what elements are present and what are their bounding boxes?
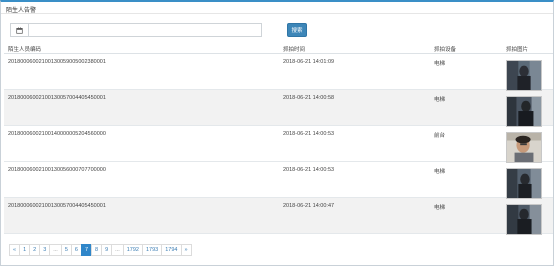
capture-thumbnail[interactable] xyxy=(506,60,542,91)
capture-time: 2018-06-21 14:00:53 xyxy=(283,131,335,137)
capture-thumbnail[interactable] xyxy=(506,168,542,199)
stranger-code: 20180006002100130057004405450001 xyxy=(8,95,106,101)
table-row[interactable]: 20180006002100130057004405450001 2018-06… xyxy=(4,198,553,235)
capture-image-cell xyxy=(503,126,553,163)
table-row[interactable]: 20180006002100130059005002380001 2018-06… xyxy=(4,54,553,91)
search-button[interactable]: 搜索 xyxy=(287,23,307,37)
capture-device: 电梯 xyxy=(434,61,446,67)
stranger-code: 20180006002100130057004405450001 xyxy=(8,203,106,209)
panel-title: 陌生人告警 xyxy=(1,2,553,14)
table-header: 陌生人员编码 抓拍时间 抓拍设备 抓拍图片 xyxy=(4,44,553,54)
capture-image-cell xyxy=(503,54,553,91)
capture-image-cell xyxy=(503,198,553,235)
header-code[interactable]: 陌生人员编码 xyxy=(4,45,280,53)
capture-time: 2018-06-21 14:00:53 xyxy=(283,167,335,173)
stranger-alert-panel: 陌生人告警 搜索 陌生人员编码 抓拍时间 抓拍设备 抓拍图片 201800060… xyxy=(0,0,554,266)
header-device[interactable]: 抓拍设备 xyxy=(431,45,503,53)
capture-image-cell xyxy=(503,162,553,199)
capture-time: 2018-06-21 14:00:58 xyxy=(283,95,335,101)
capture-device: 电梯 xyxy=(434,97,446,103)
pagination: « 1 2 3 ... 5 6 7 8 9 ... 1792 1793 1794… xyxy=(9,244,192,256)
alert-table: 陌生人员编码 抓拍时间 抓拍设备 抓拍图片 201800060021001300… xyxy=(4,44,553,235)
header-time[interactable]: 抓拍时间 xyxy=(280,45,431,53)
stranger-code: 20180006002100130059005002380001 xyxy=(8,59,106,65)
page-link[interactable]: 1792 xyxy=(122,244,143,256)
stranger-code: 20180006002100140000005204560000 xyxy=(8,131,106,137)
page-link[interactable]: 1794 xyxy=(161,244,182,256)
calendar-icon[interactable] xyxy=(11,24,29,36)
header-image[interactable]: 抓拍图片 xyxy=(503,45,553,53)
table-row[interactable]: 20180006002100130057004405450001 2018-06… xyxy=(4,90,553,127)
capture-thumbnail[interactable] xyxy=(506,96,542,127)
capture-thumbnail[interactable] xyxy=(506,204,542,235)
pagination-next[interactable]: » xyxy=(180,244,192,256)
capture-image-cell xyxy=(503,90,553,127)
stranger-code: 20180006002100130056000707700000 xyxy=(8,167,106,173)
capture-device: 电梯 xyxy=(434,205,446,211)
capture-device: 前台 xyxy=(434,133,446,139)
capture-thumbnail[interactable] xyxy=(506,132,542,163)
filter-bar: 搜索 xyxy=(10,23,310,37)
date-input[interactable] xyxy=(29,24,261,36)
capture-time: 2018-06-21 14:01:09 xyxy=(283,59,335,65)
page-link[interactable]: 1793 xyxy=(142,244,163,256)
table-row[interactable]: 20180006002100140000005204560000 2018-06… xyxy=(4,126,553,163)
capture-time: 2018-06-21 14:00:47 xyxy=(283,203,335,209)
date-filter[interactable] xyxy=(10,23,262,37)
table-row[interactable]: 20180006002100130056000707700000 2018-06… xyxy=(4,162,553,199)
capture-device: 电梯 xyxy=(434,169,446,175)
